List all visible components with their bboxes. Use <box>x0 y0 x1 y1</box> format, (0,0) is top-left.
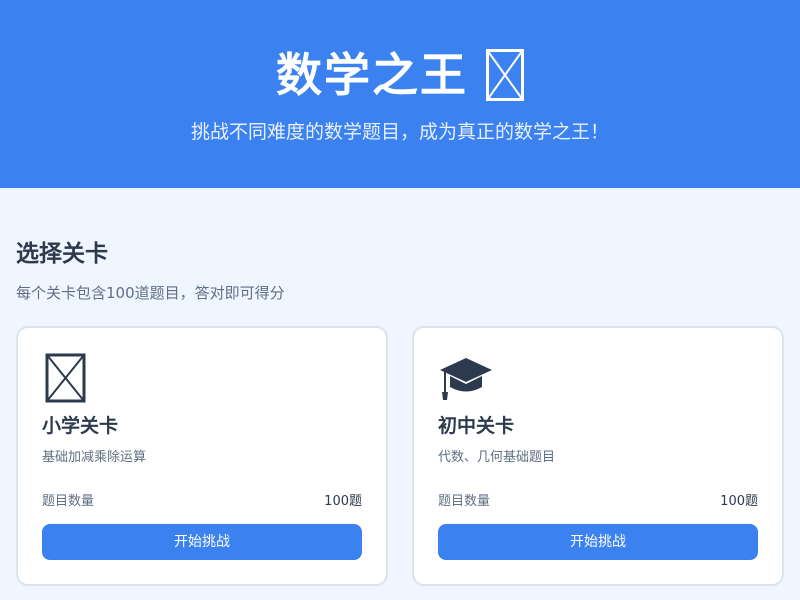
section-title: 选择关卡 <box>16 241 108 267</box>
question-count-value: 100题 <box>324 494 362 509</box>
app-subtitle: 挑战不同难度的数学题目，成为真正的数学之王！ <box>190 121 609 143</box>
question-count-value: 100题 <box>720 494 758 509</box>
section-description: 每个关卡包含100道题目，答对即可得分 <box>16 284 285 302</box>
card-description: 代数、几何基础题目 <box>438 450 556 465</box>
level-card-primary[interactable]: 小学关卡 基础加减乘除运算 题目数量 100题 开始挑战 <box>16 326 388 586</box>
card-description: 基础加减乘除运算 <box>42 450 147 465</box>
start-challenge-button[interactable]: 开始挑战 <box>438 524 758 560</box>
level-card-middle-school[interactable]: 初中关卡 代数、几何基础题目 题目数量 100题 开始挑战 <box>412 326 784 586</box>
missing-glyph-icon <box>42 352 98 404</box>
card-title: 初中关卡 <box>438 415 515 437</box>
card-stats: 题目数量 100题 <box>438 492 758 512</box>
level-cards: 小学关卡 基础加减乘除运算 题目数量 100题 开始挑战 初中关卡 代数、几何基… <box>16 326 784 586</box>
app-title: 数学之王 <box>276 48 468 102</box>
question-count-label: 题目数量 <box>438 494 491 509</box>
main-content: 选择关卡 每个关卡包含100道题目，答对即可得分 小学关卡 基础加减乘除运算 题… <box>0 188 800 586</box>
title-row: 数学之王 <box>0 42 800 108</box>
question-count-label: 题目数量 <box>42 494 95 509</box>
card-stats: 题目数量 100题 <box>42 492 362 512</box>
page-header: 数学之王 挑战不同难度的数学题目，成为真正的数学之王！ <box>0 0 800 188</box>
missing-glyph-icon <box>486 49 524 101</box>
start-challenge-button[interactable]: 开始挑战 <box>42 524 362 560</box>
graduation-cap-icon <box>438 352 494 404</box>
card-title: 小学关卡 <box>42 415 119 437</box>
